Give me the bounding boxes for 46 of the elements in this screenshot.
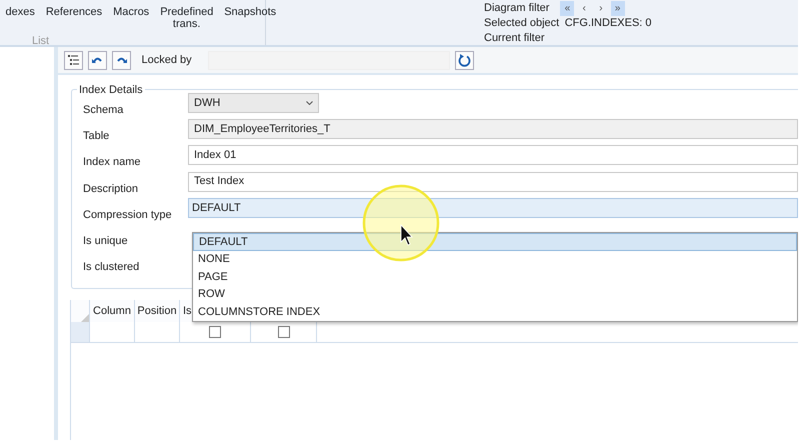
field-label: Is unique [83,234,129,249]
field-label: Description [83,182,140,197]
dropdown-option[interactable]: ROW [193,286,797,304]
filter-nav-button[interactable]: ‹ [577,1,592,16]
undo-icon [92,56,103,64]
filter-nav-button[interactable]: » [610,1,625,16]
dropdown-option[interactable]: COLUMNSTORE INDEX [193,303,797,321]
selected-object-label: Selected object [484,16,560,31]
ribbon-button[interactable]: Predefined trans. [154,0,219,31]
chevron-icon [306,101,313,105]
input-field[interactable]: Test Index [188,172,798,192]
dropdown-list[interactable]: DEFAULT NONE PAGE ROW COLUMNSTORE INDEX [192,232,798,322]
ribbon-button[interactable]: References [40,0,108,18]
filter-nav-button[interactable]: « [560,1,574,16]
dropdown-option[interactable]: NONE [193,250,797,268]
column-header[interactable]: Column [90,300,135,322]
readonly-field: DIM_EmployeeTerritories_T [188,119,798,140]
field-label: Index name [83,155,142,170]
redo-button[interactable] [112,50,131,70]
checkbox[interactable] [209,326,221,338]
filter-nav-button[interactable]: › [594,1,608,16]
dropdown-option[interactable]: PAGE [193,268,797,286]
compression-dropdown[interactable]: DEFAULT [188,198,798,218]
ribbon-button[interactable]: Macros [108,0,155,18]
undo-button[interactable] [88,50,107,70]
locked-by-label: Locked by [142,52,192,68]
field-label: Is clustered [83,260,140,276]
field-label: Compression type [83,208,173,223]
field-label: Table [83,129,110,144]
redo-icon [116,56,127,64]
list-view-button[interactable] [64,50,83,70]
current-filter-label: Current filter [484,31,546,46]
checkbox[interactable] [278,326,290,338]
filter-label: Diagram filter [484,1,550,16]
ribbon-button[interactable]: Snapshots [218,0,282,18]
refresh-icon [458,54,471,66]
list-icon [67,54,80,66]
input-field[interactable]: Index 01 [188,145,798,166]
selected-object-value: CFG.INDEXES: 0 [564,16,652,31]
column-header[interactable]: Position [135,300,180,322]
schema-dropdown[interactable]: DWH [188,93,319,113]
dropdown-option[interactable]: DEFAULT [193,233,797,251]
refresh-button[interactable] [454,50,474,70]
ribbon-button[interactable]: dexes [0,0,40,18]
field-label: Schema [83,103,124,118]
group-label: List [32,34,50,49]
